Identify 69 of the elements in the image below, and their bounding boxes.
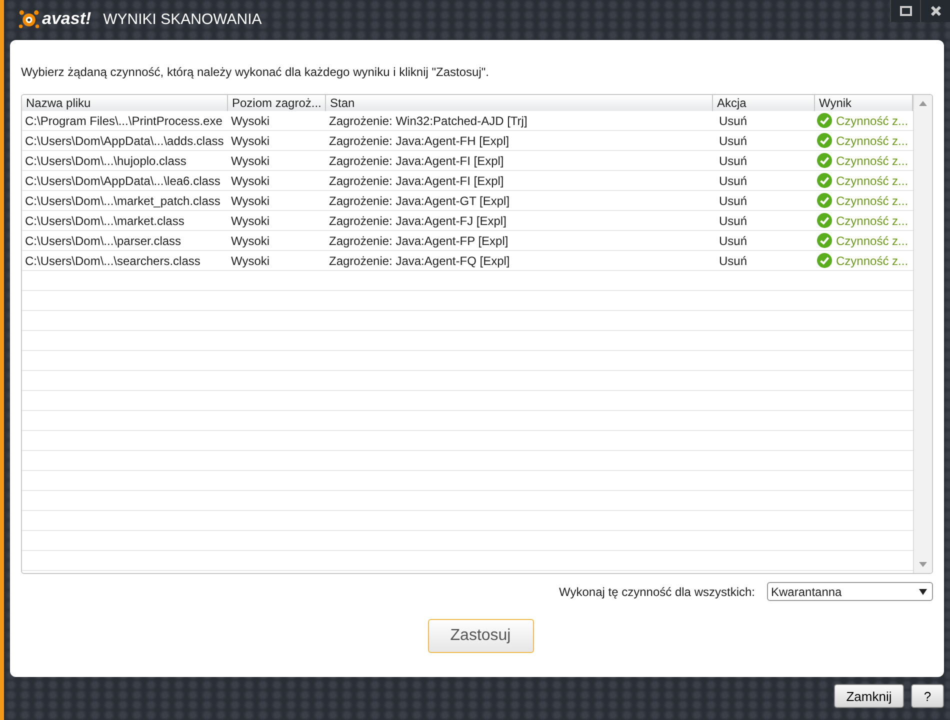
table-cell-text: Usuń (718, 213, 748, 230)
scrollbar[interactable] (913, 95, 932, 573)
table-cell-text: C:\Users\Dom\...\parser.class (24, 233, 182, 250)
table-cell-text: Usuń (718, 193, 748, 210)
splat-icon (18, 8, 40, 30)
table-cell-text: Usuń (718, 113, 748, 130)
window-title: WYNIKI SKANOWANIA (103, 10, 262, 28)
table-cell-text: Wysoki (230, 173, 271, 190)
instruction-text: Wybierz żądaną czynność, którą należy wykonać dla każdego wyniku i kliknij "Zastosuj". (21, 65, 490, 79)
checkmark-icon (817, 133, 832, 148)
result-text: Czynność z... (836, 154, 908, 168)
table-cell-text: Usuń (718, 153, 748, 170)
result-text: Czynność z... (836, 134, 908, 148)
table-cell-text: Wysoki (230, 153, 271, 170)
table-cell-text: Usuń (718, 233, 748, 250)
table-cell-text: Zagrożenie: Java:Agent-GT [Expl] (328, 193, 511, 210)
table-cell-text: Wysoki (230, 213, 271, 230)
result-text: Czynność z... (836, 254, 908, 268)
table-cell-text: C:\Users\Dom\...\searchers.class (24, 253, 202, 270)
result-text: Czynność z... (836, 214, 908, 228)
table-cell-text: Zagrożenie: Win32:Patched-AJD [Trj] (328, 113, 528, 130)
table-cell-text: Usuń (718, 173, 748, 190)
action-dropdown[interactable]: Kwarantanna (767, 582, 933, 601)
table-cell-text: Usuń (718, 253, 748, 270)
column-header[interactable]: Akcja (713, 95, 815, 111)
help-button[interactable]: ? (911, 684, 944, 708)
checkmark-icon (817, 113, 832, 128)
maximize-icon (900, 6, 912, 16)
scroll-up-icon[interactable] (919, 101, 927, 106)
close-icon (930, 5, 942, 17)
table-cell-text: Zagrożenie: Java:Agent-FP [Expl] (328, 233, 510, 250)
checkmark-icon (817, 233, 832, 248)
apply-button[interactable]: Zastosuj (428, 619, 534, 653)
table-cell-text: Zagrożenie: Java:Agent-FI [Expl] (328, 153, 505, 170)
checkmark-icon (817, 213, 832, 228)
column-header[interactable]: Nazwa pliku (22, 95, 228, 111)
caret-icon (919, 588, 927, 594)
table-cell-text: Wysoki (230, 253, 271, 270)
table-cell-text: Wysoki (230, 193, 271, 210)
table-cell-text: Wysoki (230, 113, 271, 130)
table-cell-text: Zagrożenie: Java:Agent-FQ [Expl] (328, 253, 511, 270)
close-button[interactable] (920, 0, 950, 22)
table-cell-text: Wysoki (230, 133, 271, 150)
table-cell-text: C:\Users\Dom\...\hujoplo.class (24, 153, 188, 170)
result-text: Czynność z... (836, 234, 908, 248)
table-cell-text: C:\Users\Dom\AppData\...\adds.class (24, 133, 225, 150)
result-text: Czynność z... (836, 194, 908, 208)
result-text: Czynność z... (836, 174, 908, 188)
column-header[interactable]: Stan (326, 95, 713, 111)
column-header[interactable]: Poziom zagroż... (228, 95, 326, 111)
table-cell-text: Zagrożenie: Java:Agent-FJ [Expl] (328, 213, 508, 230)
table-cell-text: C:\Program Files\...\PrintProcess.exe (24, 113, 224, 130)
checkmark-icon (817, 253, 832, 268)
close-dialog-button[interactable]: Zamknij (834, 684, 904, 708)
table-cell-text: C:\Users\Dom\...\market_patch.class (24, 193, 222, 210)
checkmark-icon (817, 193, 832, 208)
result-text: Czynność z... (836, 114, 908, 128)
table-cell-text: Wysoki (230, 233, 271, 250)
apply-all-label: Wykonaj tę czynność dla wszystkich: (559, 584, 755, 598)
checkmark-icon (817, 173, 832, 188)
table-cell-text: Zagrożenie: Java:Agent-FH [Expl] (328, 133, 510, 150)
checkmark-icon (817, 153, 832, 168)
table-cell-text: C:\Users\Dom\AppData\...\lea6.class (24, 173, 222, 190)
table-cell-text: C:\Users\Dom\...\market.class (24, 213, 186, 230)
logo: avast! (18, 8, 92, 30)
table-cell-text: Zagrożenie: Java:Agent-FI [Expl] (328, 173, 505, 190)
scroll-down-icon[interactable] (919, 562, 927, 567)
table-cell-text: Usuń (718, 133, 748, 150)
maximize-button[interactable] (890, 0, 920, 22)
